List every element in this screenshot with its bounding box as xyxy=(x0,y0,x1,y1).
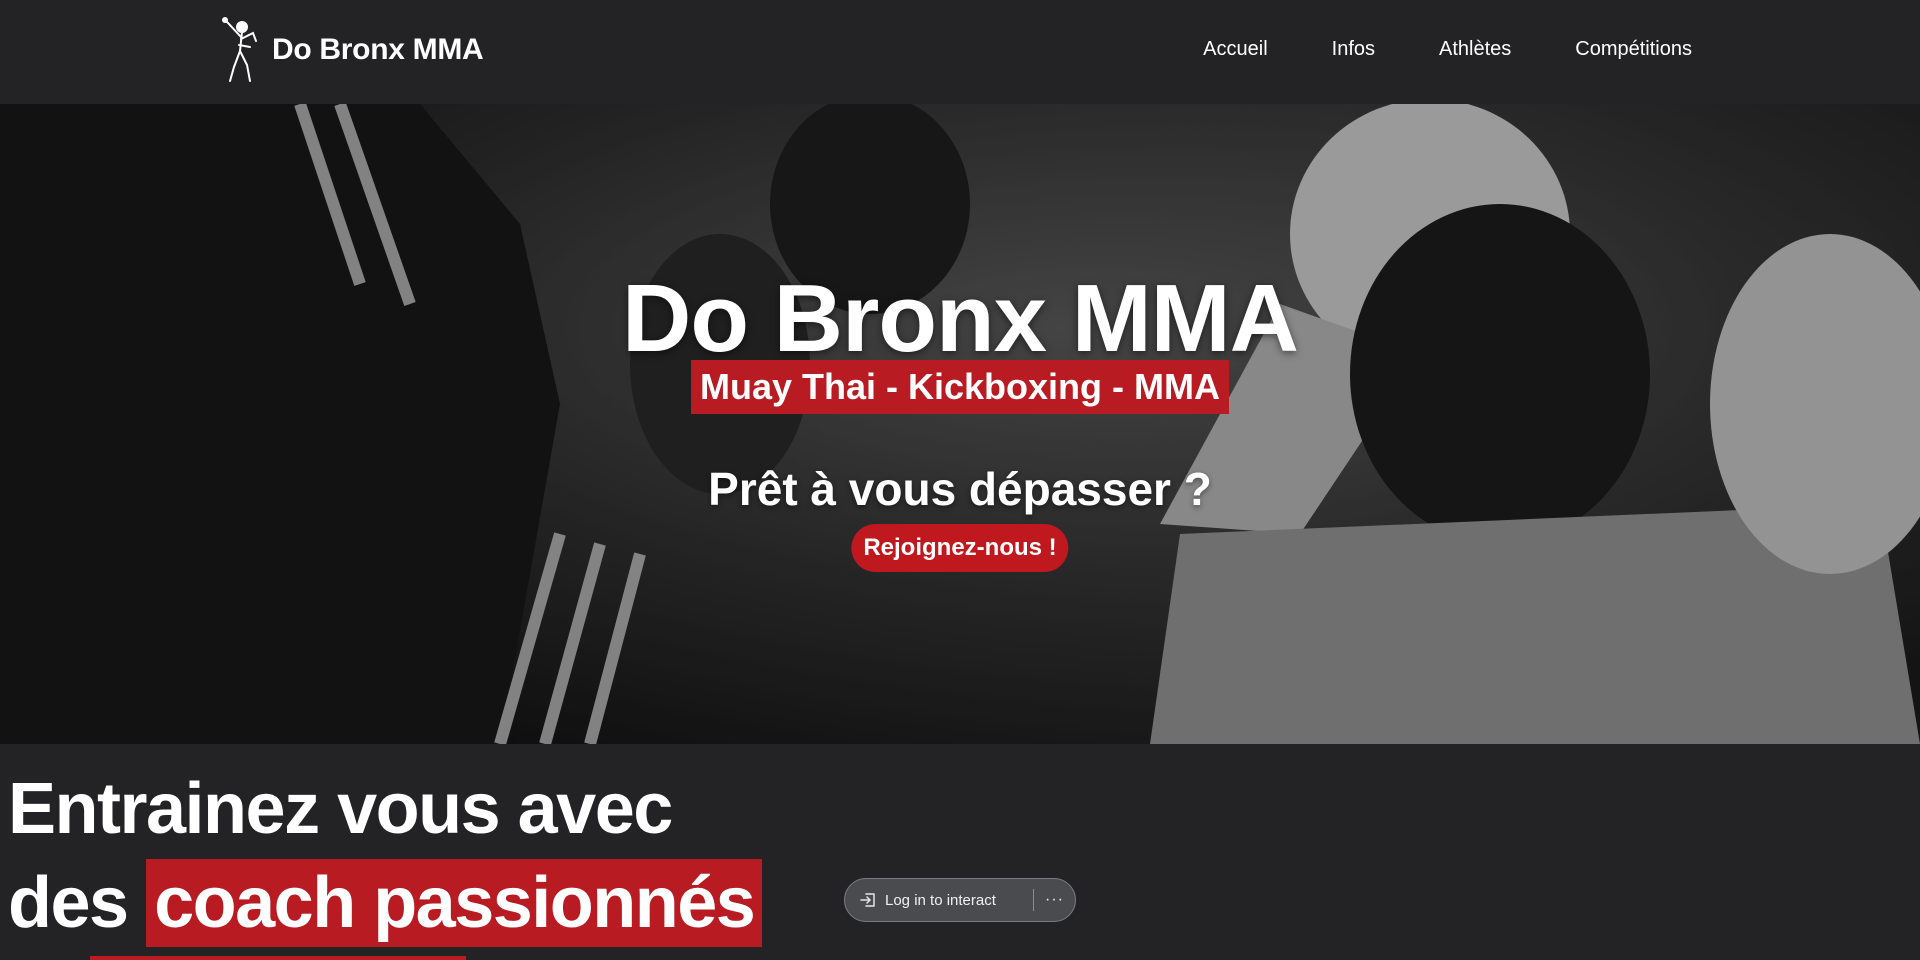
hero-content: Do Bronx MMA Muay Thai - Kickboxing - MM… xyxy=(0,104,1920,744)
nav-link-competitions[interactable]: Compétitions xyxy=(1575,34,1692,64)
hero-banner: Do Bronx MMA Muay Thai - Kickboxing - MM… xyxy=(0,104,1920,744)
coach-heading-prefix: des xyxy=(8,863,129,943)
login-to-interact-button[interactable]: Log in to interact xyxy=(845,879,1033,921)
top-navbar: Do Bronx MMA Accueil Infos Athlètes Comp… xyxy=(0,0,1920,104)
nav-link-infos[interactable]: Infos xyxy=(1332,34,1375,64)
more-options-button[interactable]: ··· xyxy=(1034,879,1075,921)
hero-title: Do Bronx MMA xyxy=(622,265,1299,372)
fighter-logo-icon xyxy=(222,17,257,82)
coach-underline-bar xyxy=(90,956,466,960)
hero-question: Prêt à vous dépasser ? xyxy=(708,463,1212,515)
brand-name: Do Bronx MMA xyxy=(272,33,484,66)
nav-links: Accueil Infos Athlètes Compétitions xyxy=(1203,34,1692,64)
coach-section: Entrainez vous avec des coach passionnés xyxy=(0,744,1920,960)
login-label: Log in to interact xyxy=(885,891,996,909)
hero-subtitle: Muay Thai - Kickboxing - MMA xyxy=(690,360,1230,414)
login-arrow-icon xyxy=(860,893,875,907)
brand-home-link[interactable]: Do Bronx MMA xyxy=(220,14,484,86)
coach-heading-line1: Entrainez vous avec xyxy=(8,769,673,849)
nav-link-accueil[interactable]: Accueil xyxy=(1203,34,1267,64)
coach-heading-highlight: coach passionnés xyxy=(146,859,763,947)
nav-link-athletes[interactable]: Athlètes xyxy=(1439,34,1511,64)
join-button[interactable]: Rejoignez-nous ! xyxy=(851,524,1069,572)
more-dots-icon: ··· xyxy=(1045,891,1064,908)
login-overlay-pill: Log in to interact ··· xyxy=(844,878,1076,922)
coach-heading-line2: des coach passionnés xyxy=(8,858,763,948)
